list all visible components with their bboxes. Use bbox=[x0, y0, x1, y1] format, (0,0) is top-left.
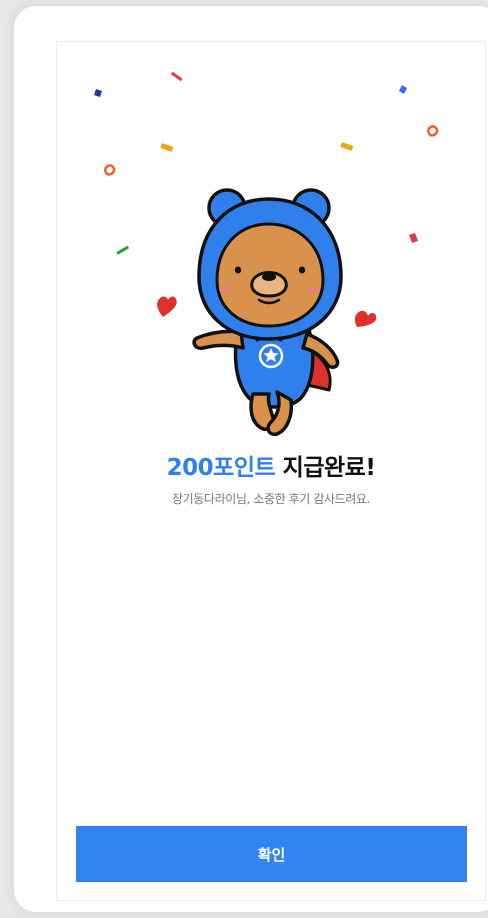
points-amount: 200포인트 bbox=[166, 455, 276, 481]
heart-icon-right bbox=[354, 310, 377, 327]
modal-card: 200포인트 지급완료! 장기동다라이님, 소중한 후기 감사드려요. 확인 bbox=[14, 6, 488, 912]
page-title: 200포인트 지급완료! bbox=[57, 448, 485, 482]
heart-icon-left bbox=[157, 296, 177, 317]
headline-text: 지급완료! bbox=[275, 455, 376, 481]
bear-hero-illustration bbox=[94, 71, 439, 437]
confirm-button[interactable]: 확인 bbox=[76, 826, 467, 882]
thank-you-message: 장기동다라이님, 소중한 후기 감사드려요. bbox=[172, 492, 370, 506]
modal-content: 200포인트 지급완료! 장기동다라이님, 소중한 후기 감사드려요. 확인 bbox=[56, 41, 486, 901]
